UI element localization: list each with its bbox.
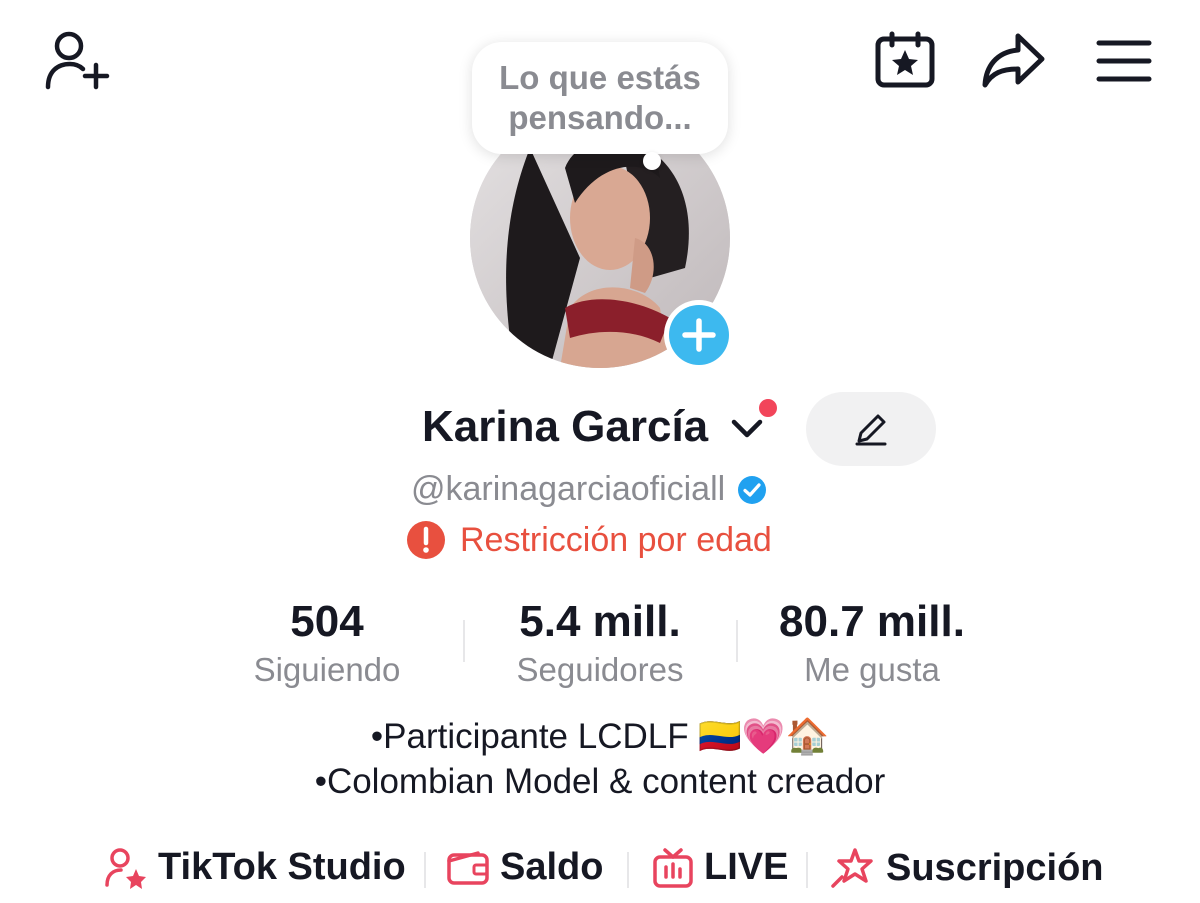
- thought-bubble-line2: pensando...: [508, 99, 692, 136]
- tool-label-subscription: Suscripción: [886, 846, 1104, 889]
- tool-label-saldo: Saldo: [500, 846, 604, 888]
- thought-bubble-line1: Lo que estás: [499, 59, 701, 96]
- stat-followers[interactable]: 5.4 mill. Seguidores: [480, 598, 720, 690]
- live-tv-icon: [653, 847, 693, 888]
- hamburger-menu-icon: [1096, 40, 1152, 82]
- thought-bubble[interactable]: Lo que estás pensando...: [472, 42, 728, 154]
- tool-label-studio: TikTok Studio: [158, 846, 406, 888]
- followers-label: Seguidores: [516, 651, 684, 688]
- account-switch-chevron[interactable]: [730, 418, 764, 445]
- live-button[interactable]: LIVE: [652, 846, 788, 889]
- share-button[interactable]: [978, 30, 1048, 90]
- stat-likes[interactable]: 80.7 mill. Me gusta: [752, 598, 992, 690]
- tool-divider: [424, 852, 426, 888]
- followers-count: 5.4 mill.: [519, 597, 681, 646]
- tool-divider: [806, 852, 808, 888]
- bio-line2: •Colombian Model & content creador: [314, 762, 886, 801]
- following-label: Siguiendo: [253, 651, 401, 688]
- add-friend-button[interactable]: [40, 28, 112, 92]
- warning-icon: [407, 521, 445, 559]
- pencil-icon: [855, 414, 887, 446]
- bio-line1: •Participante LCDLF 🇨🇴💗🏠: [370, 717, 830, 756]
- balance-button[interactable]: Saldo: [446, 846, 603, 889]
- tool-label-live: LIVE: [704, 846, 789, 888]
- wallet-icon: [447, 850, 489, 885]
- creator-star-icon: [105, 847, 146, 889]
- stat-following[interactable]: 504 Siguiendo: [217, 598, 437, 690]
- profile-handle: @karinagarciaoficiall: [411, 470, 726, 508]
- tiktok-studio-button[interactable]: TikTok Studio: [104, 846, 406, 889]
- edit-profile-button[interactable]: [806, 392, 936, 466]
- calendar-button[interactable]: [872, 30, 938, 90]
- plus-icon: [682, 318, 716, 352]
- handle-row: @karinagarciaoficiall: [411, 470, 767, 509]
- age-restriction-notice[interactable]: Restricción por edad: [406, 520, 772, 560]
- menu-button[interactable]: [1094, 36, 1154, 86]
- restriction-label: Restricción por edad: [460, 520, 772, 559]
- verified-badge-icon: [738, 475, 767, 504]
- subscription-button[interactable]: Suscripción: [830, 846, 1104, 890]
- likes-label: Me gusta: [804, 651, 940, 688]
- person-plus-icon: [45, 31, 110, 90]
- subscription-star-icon: [831, 848, 873, 888]
- notification-dot: [757, 397, 779, 419]
- stat-divider: [463, 620, 465, 662]
- chevron-down-icon: [731, 419, 763, 438]
- add-story-button[interactable]: [664, 300, 734, 370]
- profile-name[interactable]: Karina García: [422, 402, 708, 452]
- stat-divider: [736, 620, 738, 662]
- bubble-tail-dot: [643, 152, 661, 170]
- following-count: 504: [290, 597, 364, 646]
- likes-count: 80.7 mill.: [779, 597, 965, 646]
- share-arrow-icon: [982, 33, 1045, 88]
- calendar-star-icon: [875, 31, 935, 88]
- tool-divider: [627, 852, 629, 888]
